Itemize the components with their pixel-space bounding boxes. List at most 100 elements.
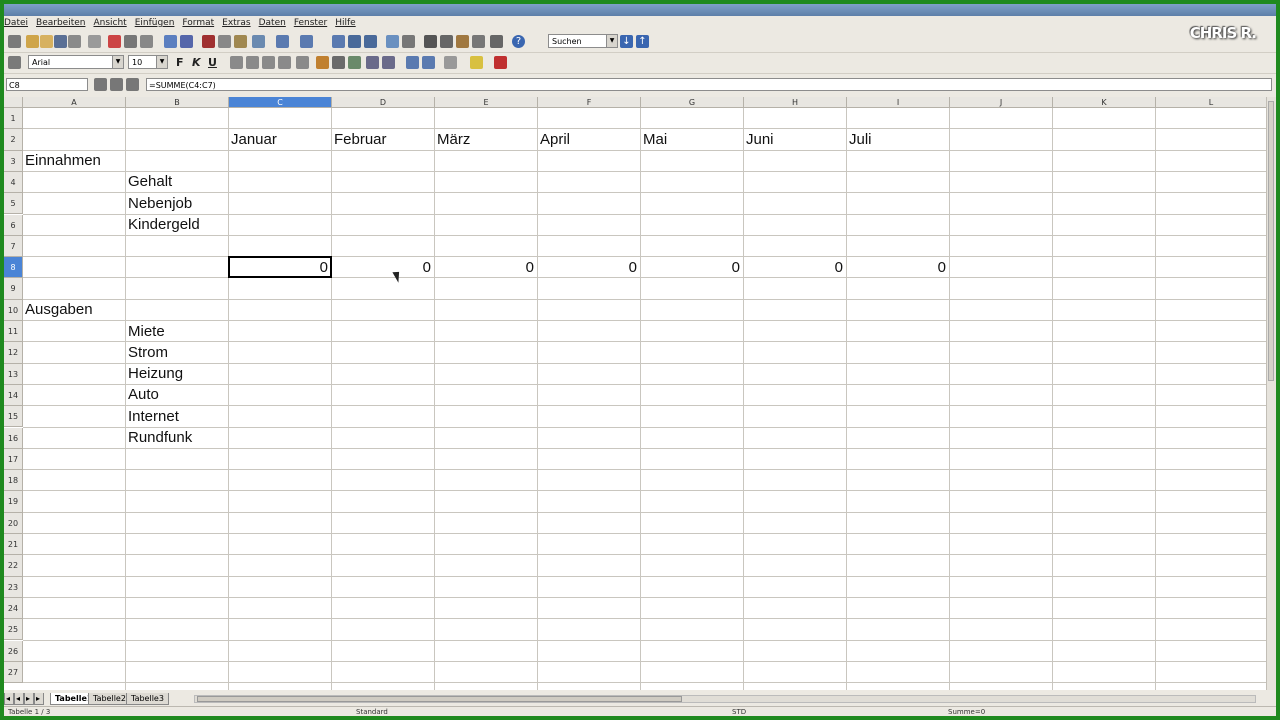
cell-b12[interactable]: Strom — [128, 343, 168, 363]
cell-i8[interactable]: 0 — [849, 258, 946, 278]
paste-icon[interactable] — [234, 35, 247, 48]
gallery-icon[interactable] — [456, 35, 469, 48]
standard-format-icon[interactable] — [348, 56, 361, 69]
cell-d2[interactable]: Februar — [334, 130, 387, 150]
row-header-7[interactable]: 7 — [4, 235, 23, 258]
print-preview-icon[interactable] — [140, 35, 153, 48]
horizontal-scrollbar[interactable] — [194, 695, 1256, 703]
cell-b6[interactable]: Kindergeld — [128, 215, 200, 235]
underline-button[interactable]: U — [208, 56, 217, 70]
zoom-icon[interactable] — [490, 35, 503, 48]
sheet-tab-3[interactable]: Tabelle3 — [126, 693, 169, 705]
open-folder-icon[interactable] — [40, 35, 53, 48]
column-header-e[interactable]: E — [435, 97, 538, 108]
cut-icon[interactable] — [202, 35, 215, 48]
row-header-3[interactable]: 3 — [4, 150, 23, 172]
row-header-12[interactable]: 12 — [4, 342, 23, 364]
row-header-5[interactable]: 5 — [4, 193, 23, 215]
print-icon[interactable] — [124, 35, 137, 48]
cell-b5[interactable]: Nebenjob — [128, 194, 192, 214]
cell-b4[interactable]: Gehalt — [128, 172, 172, 192]
row-header-17[interactable]: 17 — [4, 448, 23, 471]
cell-h8[interactable]: 0 — [746, 258, 843, 278]
row-header-14[interactable]: 14 — [4, 384, 23, 407]
row-header-21[interactable]: 21 — [4, 534, 23, 556]
menu-item-0[interactable]: Datei — [4, 18, 28, 28]
row-header-18[interactable]: 18 — [4, 470, 23, 492]
column-header-d[interactable]: D — [332, 97, 435, 108]
row-header-24[interactable]: 24 — [4, 597, 23, 620]
cell-c2[interactable]: Januar — [231, 130, 277, 150]
autospellcheck-icon[interactable] — [180, 35, 193, 48]
horizontal-scroll-thumb[interactable] — [197, 696, 682, 702]
currency-format-icon[interactable] — [316, 56, 329, 69]
select-all-corner[interactable] — [4, 97, 23, 108]
find-next-icon[interactable]: ↓ — [620, 35, 633, 48]
cell-g2[interactable]: Mai — [643, 130, 667, 150]
vertical-scrollbar[interactable] — [1266, 97, 1276, 690]
row-header-23[interactable]: 23 — [4, 576, 23, 598]
justify-icon[interactable] — [278, 56, 291, 69]
row-header-1[interactable]: 1 — [4, 108, 23, 130]
column-header-h[interactable]: H — [744, 97, 847, 108]
export-pdf-icon[interactable] — [108, 35, 121, 48]
menu-item-3[interactable]: Einfügen — [135, 18, 175, 28]
navigator-icon[interactable] — [440, 35, 453, 48]
sheet-tab-2[interactable]: Tabelle2 — [88, 693, 131, 705]
find-replace-icon[interactable] — [424, 35, 437, 48]
pivot-table-icon[interactable] — [402, 35, 415, 48]
sum-icon[interactable] — [110, 78, 123, 91]
chevron-down-icon[interactable]: ▼ — [606, 35, 617, 47]
name-box[interactable]: C8 — [6, 78, 88, 91]
cell-b13[interactable]: Heizung — [128, 364, 183, 384]
row-header-25[interactable]: 25 — [4, 619, 23, 641]
row-header-26[interactable]: 26 — [4, 640, 23, 662]
email-icon[interactable] — [68, 35, 81, 48]
remove-decimal-icon[interactable] — [382, 56, 395, 69]
column-header-c[interactable]: C — [229, 97, 332, 108]
help-icon[interactable]: ? — [512, 35, 525, 48]
formula-input[interactable]: =SUMME(C4:C7) — [146, 78, 1272, 91]
format-paintbrush-icon[interactable] — [252, 35, 265, 48]
merge-cells-icon[interactable] — [296, 56, 309, 69]
bold-button[interactable]: F — [176, 56, 184, 70]
align-left-icon[interactable] — [230, 56, 243, 69]
menu-item-4[interactable]: Format — [182, 18, 214, 28]
cell-h2[interactable]: Juni — [746, 130, 774, 150]
search-input[interactable]: Suchen ▼ — [548, 34, 618, 48]
sheet-nav-prev-icon[interactable]: ◂ — [14, 693, 24, 705]
column-header-b[interactable]: B — [126, 97, 229, 108]
cell-a10[interactable]: Ausgaben — [25, 300, 93, 320]
row-header-9[interactable]: 9 — [4, 278, 23, 300]
save-icon[interactable] — [54, 35, 67, 48]
row-header-8[interactable]: 8 — [4, 257, 23, 279]
cell-e8[interactable]: 0 — [437, 258, 534, 278]
font-name-select[interactable]: Arial ▼ — [28, 55, 124, 69]
sheet-nav-next-icon[interactable]: ▸ — [24, 693, 34, 705]
background-color-icon[interactable] — [470, 56, 483, 69]
insert-chart-icon[interactable] — [386, 35, 399, 48]
menu-item-6[interactable]: Daten — [259, 18, 286, 28]
add-decimal-icon[interactable] — [366, 56, 379, 69]
cell-b11[interactable]: Miete — [128, 322, 165, 342]
styles-icon[interactable] — [8, 56, 21, 69]
copy-icon[interactable] — [218, 35, 231, 48]
undo-icon[interactable] — [276, 35, 289, 48]
row-header-13[interactable]: 13 — [4, 363, 23, 385]
data-sources-icon[interactable] — [472, 35, 485, 48]
row-header-6[interactable]: 6 — [4, 214, 23, 236]
formula-icon[interactable] — [126, 78, 139, 91]
vertical-scroll-thumb[interactable] — [1268, 101, 1274, 381]
redo-icon[interactable] — [300, 35, 313, 48]
cell-g8[interactable]: 0 — [643, 258, 740, 278]
column-header-a[interactable]: A — [23, 97, 126, 108]
sheet-nav-last-icon[interactable]: ▸ — [34, 693, 44, 705]
increase-indent-icon[interactable] — [422, 56, 435, 69]
chevron-down-icon[interactable]: ▼ — [156, 56, 167, 68]
cell-b16[interactable]: Rundfunk — [128, 428, 192, 448]
column-header-i[interactable]: I — [847, 97, 950, 108]
menu-item-8[interactable]: Hilfe — [335, 18, 355, 28]
sort-descending-icon[interactable] — [364, 35, 377, 48]
row-header-10[interactable]: 10 — [4, 299, 23, 321]
menu-grip-icon[interactable] — [8, 35, 21, 48]
